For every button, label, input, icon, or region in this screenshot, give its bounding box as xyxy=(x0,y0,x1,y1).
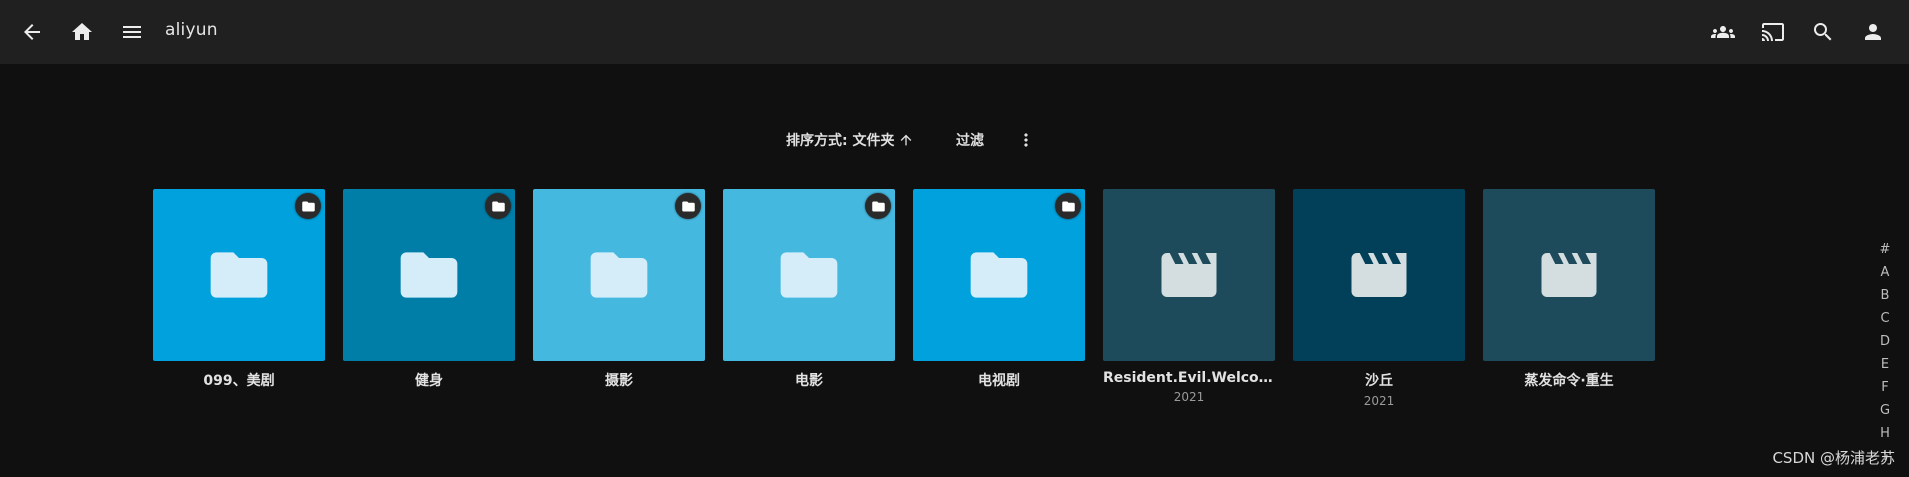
alphabet-index: # A B C D E F G H I xyxy=(1877,238,1893,468)
media-card[interactable]: 099、美剧 xyxy=(153,189,325,390)
user-button[interactable] xyxy=(1853,12,1893,52)
card-poster[interactable] xyxy=(1483,189,1655,361)
card-title[interactable]: 电影 xyxy=(723,370,895,390)
card-title[interactable]: 电视剧 xyxy=(913,370,1085,390)
home-button[interactable] xyxy=(62,12,102,52)
card-year: 2021 xyxy=(1173,390,1205,404)
home-icon xyxy=(72,23,92,40)
media-card[interactable]: 健身 xyxy=(343,189,515,390)
watermark: CSDN @杨浦老苏 xyxy=(1772,449,1895,467)
card-title[interactable]: 蒸发命令·重生 xyxy=(1483,370,1655,390)
media-grid: 099、美剧健身摄影电影电视剧 Resident.Evil.Welcome.to.… xyxy=(153,189,1713,419)
search-button[interactable] xyxy=(1803,12,1843,52)
folder-badge xyxy=(675,193,701,219)
alphabet-index-letter[interactable]: E xyxy=(1881,353,1889,376)
alphabet-index-letter[interactable]: D xyxy=(1880,330,1890,353)
more-options-button[interactable] xyxy=(1016,129,1036,151)
folder-badge-icon xyxy=(1061,201,1075,211)
card-poster[interactable] xyxy=(1293,189,1465,361)
media-card[interactable]: 摄影 xyxy=(533,189,705,390)
sync-play-button[interactable] xyxy=(1703,12,1743,52)
movie-clapper-icon xyxy=(1351,253,1407,297)
media-card[interactable]: 电视剧 xyxy=(913,189,1085,390)
card-title[interactable]: 健身 xyxy=(343,370,515,390)
filter-button[interactable]: 过滤 xyxy=(956,130,984,150)
alphabet-index-letter[interactable]: G xyxy=(1880,399,1890,422)
app-title: aliyun xyxy=(165,20,218,40)
card-year: 2021 xyxy=(1363,394,1395,408)
card-title[interactable]: 沙丘 xyxy=(1293,370,1465,390)
folder-badge xyxy=(865,193,891,219)
media-card[interactable]: Resident.Evil.Welcome.to.Raccoon.City 202… xyxy=(1103,189,1275,404)
card-title[interactable]: Resident.Evil.Welcome.to.Raccoon.City xyxy=(1103,370,1275,386)
search-icon xyxy=(1814,23,1832,41)
folder-icon xyxy=(400,252,458,298)
card-title[interactable]: 摄影 xyxy=(533,370,705,390)
card-poster[interactable] xyxy=(723,189,895,361)
folder-badge xyxy=(485,193,511,219)
card-poster[interactable] xyxy=(153,189,325,361)
folder-icon xyxy=(590,252,648,298)
folder-icon xyxy=(970,252,1028,298)
card-title[interactable]: 099、美剧 xyxy=(153,370,325,390)
media-card[interactable]: 沙丘 2021 xyxy=(1293,189,1465,408)
folder-badge-icon xyxy=(301,201,315,211)
cast-button[interactable] xyxy=(1753,12,1793,52)
folder-icon xyxy=(780,252,838,298)
card-poster[interactable] xyxy=(1103,189,1275,361)
folder-badge xyxy=(1055,193,1081,219)
menu-button[interactable] xyxy=(112,12,152,52)
media-card[interactable]: 电影 xyxy=(723,189,895,390)
movie-clapper-icon xyxy=(1541,253,1597,297)
folder-badge-icon xyxy=(871,201,885,211)
user-icon xyxy=(1865,24,1881,40)
folder-badge-icon xyxy=(681,201,695,211)
alphabet-index-letter[interactable]: H xyxy=(1880,422,1890,445)
users-icon xyxy=(1711,26,1735,38)
arrow-up-icon xyxy=(901,134,912,146)
alphabet-index-letter[interactable]: A xyxy=(1881,261,1890,284)
sort-label: 排序方式: 文件夹 xyxy=(786,133,895,149)
alphabet-index-letter[interactable]: B xyxy=(1881,284,1890,307)
menu-icon xyxy=(123,26,141,38)
alphabet-index-letter[interactable]: # xyxy=(1880,238,1891,261)
more-vertical-icon xyxy=(1024,133,1028,147)
folder-icon xyxy=(210,252,268,298)
movie-clapper-icon xyxy=(1161,253,1217,297)
media-card[interactable]: 蒸发命令·重生 xyxy=(1483,189,1655,390)
card-poster[interactable] xyxy=(343,189,515,361)
folder-badge xyxy=(295,193,321,219)
card-poster[interactable] xyxy=(913,189,1085,361)
top-app-bar: aliyun xyxy=(0,0,1909,64)
folder-badge-icon xyxy=(491,201,505,211)
alphabet-index-letter[interactable]: F xyxy=(1881,376,1888,399)
card-poster[interactable] xyxy=(533,189,705,361)
back-button[interactable] xyxy=(12,12,52,52)
library-toolbar: 排序方式: 文件夹 过滤 xyxy=(0,126,1909,158)
sort-button[interactable]: 排序方式: 文件夹 xyxy=(786,130,914,150)
back-arrow-icon xyxy=(24,24,40,40)
alphabet-index-letter[interactable]: C xyxy=(1880,307,1889,330)
cast-icon xyxy=(1762,23,1784,41)
